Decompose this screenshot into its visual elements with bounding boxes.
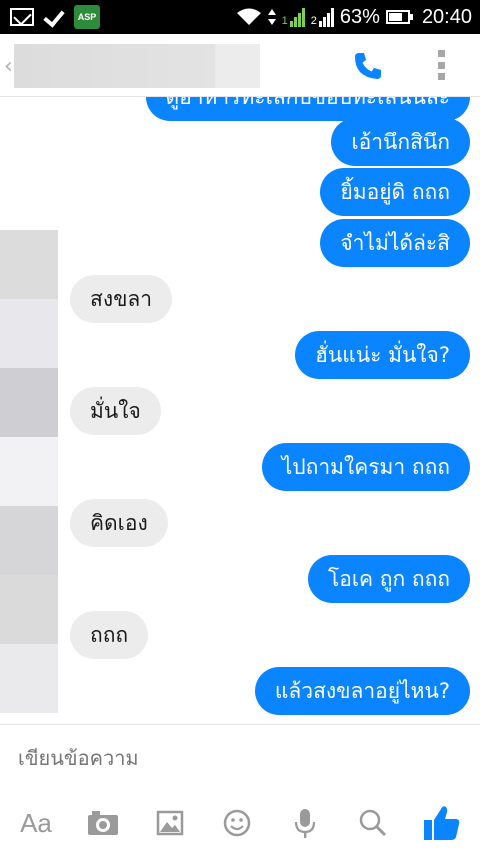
message-bubble-outgoing[interactable]: ยิ้มอยู่ดิ ถถถ [320,168,470,216]
battery-percent: 63% [339,5,380,28]
thumbs-up-icon[interactable] [422,803,462,843]
message-bubble-incoming[interactable]: คิดเอง [70,499,168,547]
status-bar: ASP 1 2 63% 20:40 [0,0,480,34]
message-bubble-incoming[interactable]: มั่นใจ [70,387,161,435]
check-notification-icon [44,7,64,27]
message-bubble-outgoing[interactable]: จำไม่ได้ล่ะสิ [320,219,470,267]
phone-icon[interactable] [352,50,384,82]
composer: Aa [0,724,480,854]
message-bubble-outgoing[interactable]: แล้วสงขลาอยู่ไหน? [254,667,470,715]
message-input[interactable] [16,745,460,771]
message-bubble-incoming[interactable]: สงขลา [70,275,173,323]
composer-toolbar: Aa [0,803,480,847]
message-bubble-outgoing[interactable]: เอ้านึกสินึก [331,118,470,166]
data-arrows-icon [267,9,276,25]
battery-icon [385,10,413,24]
emoji-icon[interactable] [222,803,252,843]
message-bubble-outgoing[interactable]: ฮั่นแน่ะ มั่นใจ? [295,331,470,379]
signal-sim1-icon [289,7,305,27]
contact-avatar-column [0,230,58,724]
microphone-icon[interactable] [292,803,318,843]
asp-app-icon: ASP [74,5,100,29]
gmail-notification-icon [10,8,34,26]
wifi-icon [236,8,261,25]
message-bubble-incoming[interactable]: ถถถ [70,611,149,659]
message-bubble-outgoing[interactable]: ไปถามใครมา ถถถ [261,443,470,491]
text-format-icon[interactable]: Aa [18,803,54,843]
sim2-label: 2 [310,15,317,27]
clock: 20:40 [421,5,472,28]
message-list[interactable]: ดูอาหารทะเลกับขอบทะเลนั่นละ เอ้านึกสินึก… [0,97,480,724]
search-icon[interactable] [358,803,388,843]
gallery-icon[interactable] [156,803,184,843]
camera-icon[interactable] [86,803,120,843]
signal-sim2-icon [318,7,334,27]
message-bubble-outgoing[interactable]: โอเค ถูก ถถถ [307,555,470,603]
conversation-header: ‹ [0,34,480,97]
sim1-label: 1 [281,15,288,27]
contact-name[interactable] [14,44,260,88]
more-options-icon[interactable] [436,50,446,80]
back-icon[interactable]: ‹ [4,54,14,79]
